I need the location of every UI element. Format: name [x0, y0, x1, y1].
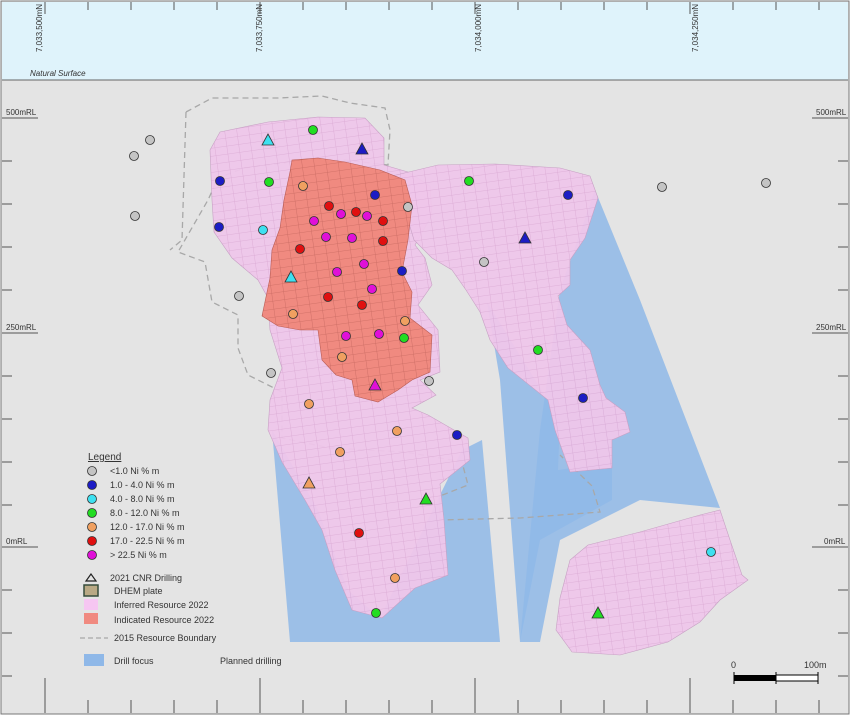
northing-label-4: 7,034,250mN [691, 4, 700, 52]
drillhole-marker [479, 257, 489, 267]
drillhole-marker [304, 399, 314, 409]
rl-label-0-left: 0mRL [6, 537, 28, 546]
drillhole-marker [308, 125, 318, 135]
long-section-map: 7,033,500mN 7,033,750mN 7,034,000mN 7,03… [0, 0, 850, 715]
drillhole-marker [332, 267, 342, 277]
legend-title: Legend [88, 452, 121, 463]
rl-label-500-left: 500mRL [6, 108, 37, 117]
natural-surface-label: Natural Surface [30, 69, 86, 78]
legend-grade-label: 8.0 - 12.0 Ni % m [110, 508, 180, 518]
drillhole-marker [351, 207, 361, 217]
drillhole-marker [129, 151, 139, 161]
drillhole-marker [234, 291, 244, 301]
drillhole-marker [578, 393, 588, 403]
drillhole-marker [452, 430, 462, 440]
drillhole-marker [266, 368, 276, 378]
legend-boundary-label: 2015 Resource Boundary [114, 633, 217, 643]
legend-grade-label: > 22.5 Ni % m [110, 550, 167, 560]
legend-grade-label: 12.0 - 17.0 Ni % m [110, 522, 185, 532]
scale-bar-end-label: 100m [804, 660, 827, 670]
legend-inferred-swatch [84, 599, 98, 610]
drillhole-marker [309, 216, 319, 226]
drillhole-marker [145, 135, 155, 145]
drillhole-marker [295, 244, 305, 254]
drillhole-marker [359, 259, 369, 269]
drillhole-marker [130, 211, 140, 221]
northing-label-3: 7,034,000mN [474, 4, 483, 52]
drillhole-marker [657, 182, 667, 192]
legend-grade-swatch [87, 536, 97, 546]
drillhole-marker [354, 528, 364, 538]
legend-grade-swatch [87, 480, 97, 490]
drillhole-marker [761, 178, 771, 188]
northing-label-1: 7,033,500mN [35, 4, 44, 52]
rl-label-500-right: 500mRL [816, 108, 847, 117]
drillhole-marker [706, 547, 716, 557]
drillhole-marker [397, 266, 407, 276]
drillhole-marker [424, 376, 434, 386]
legend-drilling-label: 2021 CNR Drilling [110, 573, 182, 583]
drillhole-marker [400, 316, 410, 326]
drillhole-marker [533, 345, 543, 355]
drillhole-marker [323, 292, 333, 302]
drillhole-marker [321, 232, 331, 242]
rl-label-250-right: 250mRL [816, 323, 847, 332]
drillhole-marker [464, 176, 474, 186]
drillhole-marker [390, 573, 400, 583]
legend-grade-swatch [87, 494, 97, 504]
drillhole-marker [347, 233, 357, 243]
legend-indicated-label: Indicated Resource 2022 [114, 615, 214, 625]
legend-inferred-label: Inferred Resource 2022 [114, 600, 209, 610]
drillhole-marker [298, 181, 308, 191]
rl-label-0-right: 0mRL [824, 537, 846, 546]
legend-grade-swatch [87, 522, 97, 532]
drillhole-marker [370, 190, 380, 200]
rl-label-250-left: 250mRL [6, 323, 37, 332]
legend-dhem-plate-swatch [83, 584, 99, 597]
scale-bar-start-label: 0 [731, 660, 736, 670]
drillhole-marker [563, 190, 573, 200]
sky-band [2, 2, 848, 80]
legend-drill-focus-label: Drill focus [114, 656, 154, 666]
legend-dhem-label: DHEM plate [114, 586, 163, 596]
drillhole-marker [378, 216, 388, 226]
legend-grade-label: <1.0 Ni % m [110, 466, 159, 476]
legend-planned-label: Planned drilling [220, 656, 282, 666]
legend-indicated-swatch [84, 613, 98, 624]
legend-grade-label: 4.0 - 8.0 Ni % m [110, 494, 175, 504]
drillhole-marker [357, 300, 367, 310]
drillhole-marker [264, 177, 274, 187]
drillhole-marker [367, 284, 377, 294]
drillhole-marker [371, 608, 381, 618]
drillhole-marker [374, 329, 384, 339]
drillhole-marker [362, 211, 372, 221]
legend-grade-swatch [87, 550, 97, 560]
drillhole-marker [392, 426, 402, 436]
northing-label-2: 7,033,750mN [255, 4, 264, 52]
drillhole-marker [341, 331, 351, 341]
drillhole-marker [403, 202, 413, 212]
drillhole-marker [288, 309, 298, 319]
legend-grade-label: 17.0 - 22.5 Ni % m [110, 536, 185, 546]
drillhole-marker [335, 447, 345, 457]
drillhole-marker [399, 333, 409, 343]
legend-grade-label: 1.0 - 4.0 Ni % m [110, 480, 175, 490]
drillhole-marker [258, 225, 268, 235]
drillhole-marker [378, 236, 388, 246]
drillhole-marker [214, 222, 224, 232]
legend-grade-swatch [87, 466, 97, 476]
legend-grade-swatch [87, 508, 97, 518]
drillhole-marker [324, 201, 334, 211]
drillhole-marker [215, 176, 225, 186]
drillhole-marker [337, 352, 347, 362]
drillhole-marker [336, 209, 346, 219]
legend-drill-focus-swatch [84, 654, 104, 666]
